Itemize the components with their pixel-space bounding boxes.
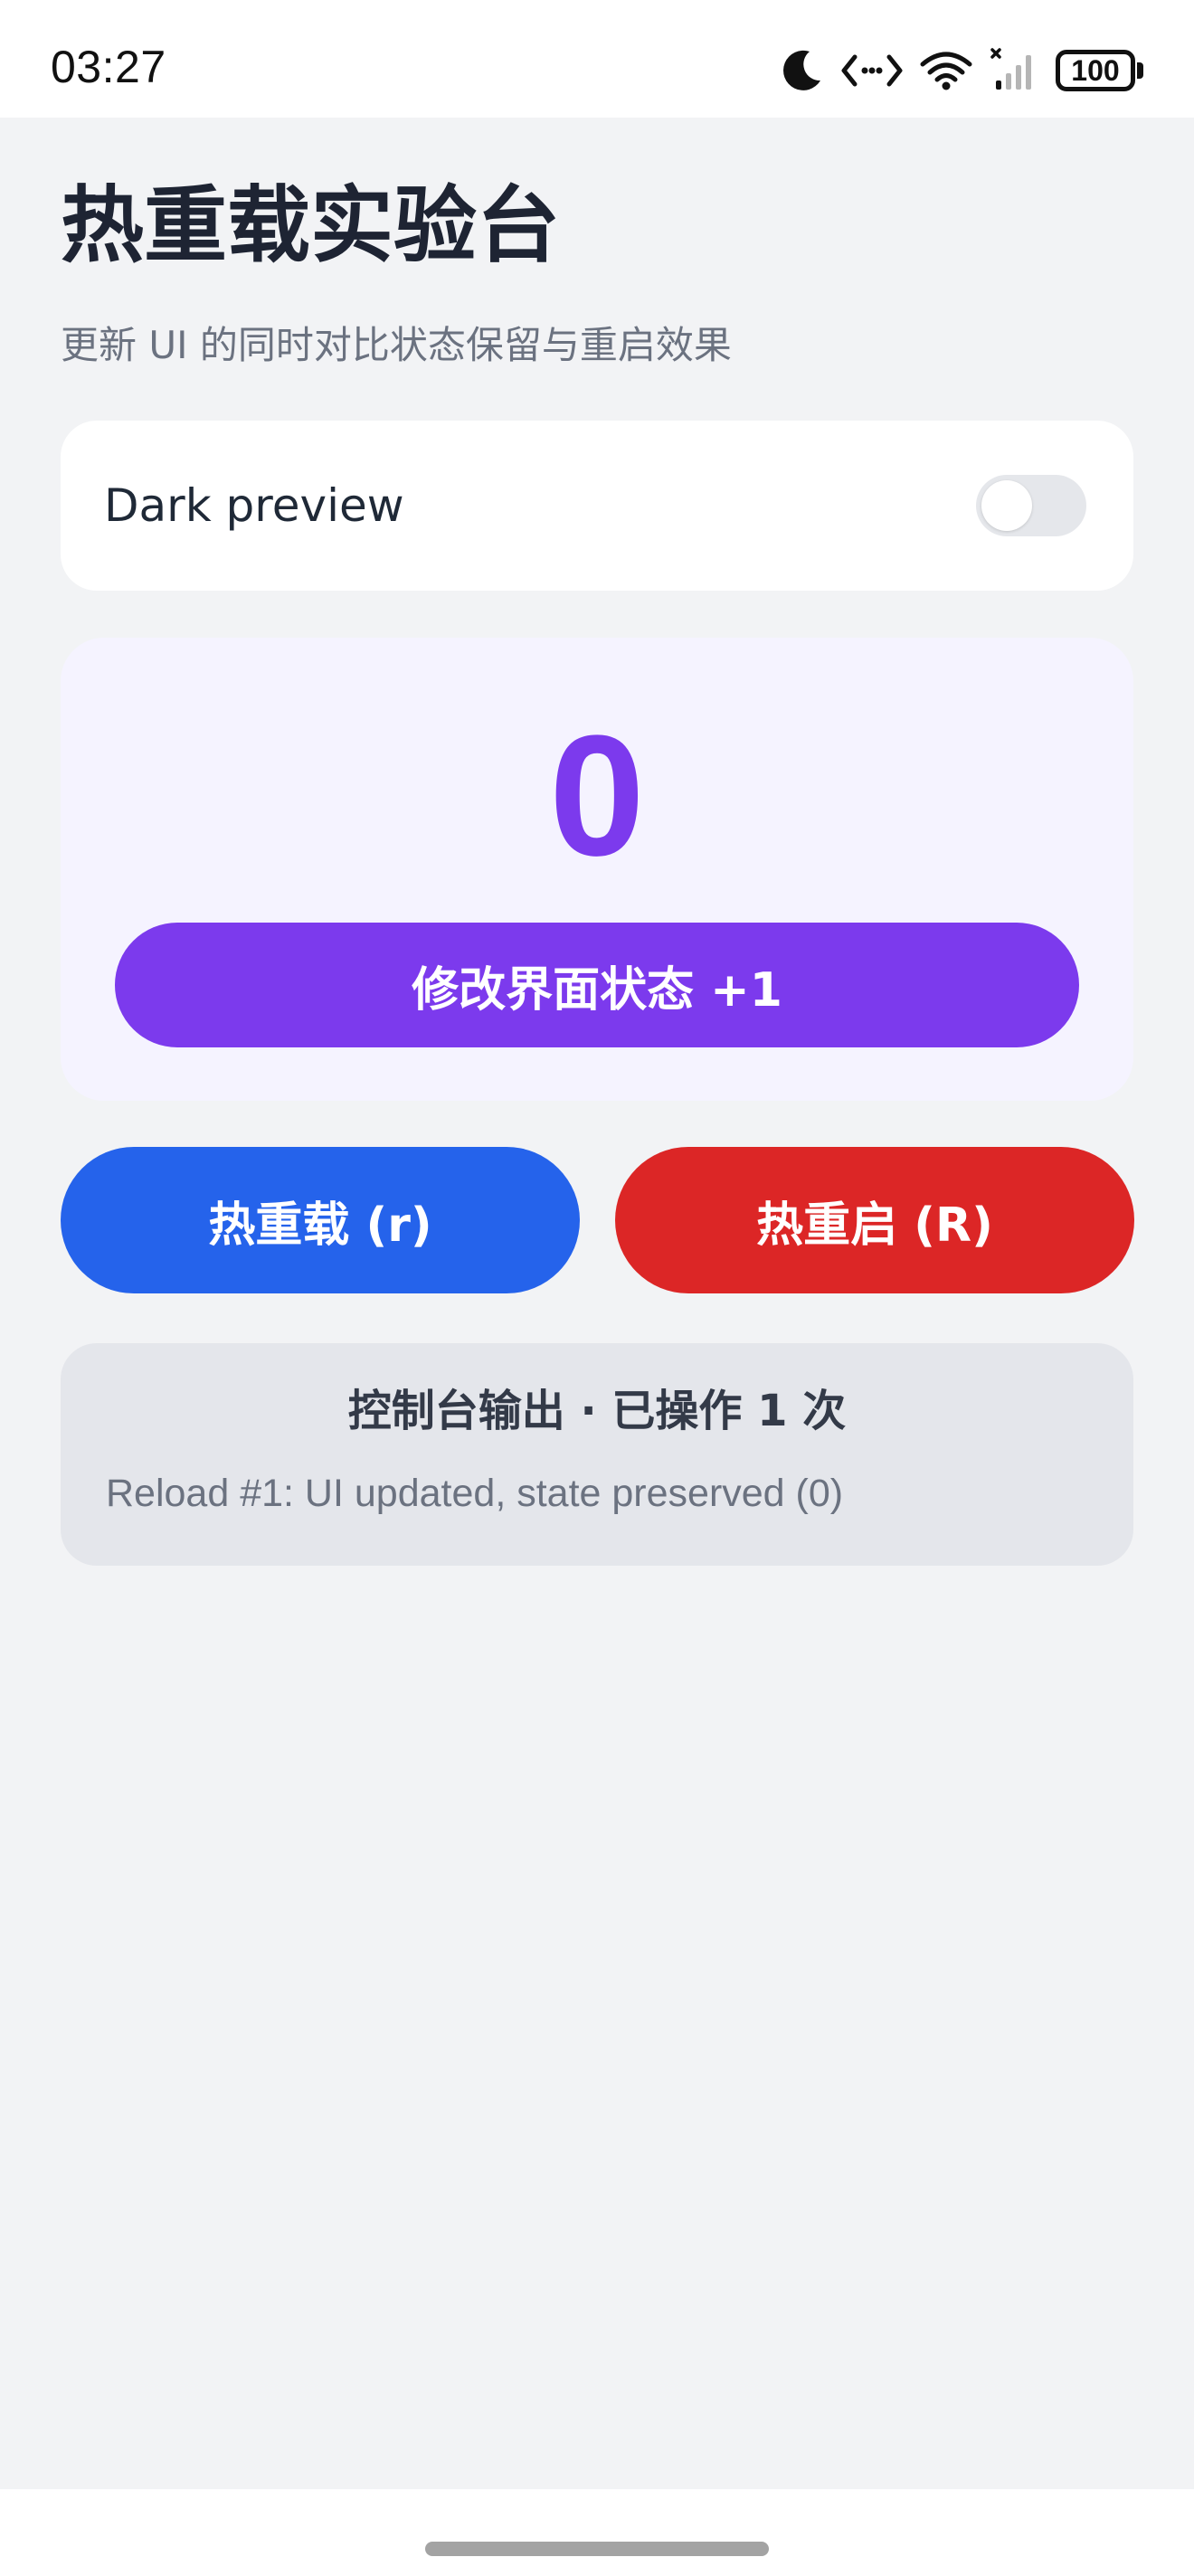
- home-indicator[interactable]: [425, 2542, 769, 2556]
- status-icons: 100: [782, 41, 1143, 100]
- counter-value: 0: [549, 700, 645, 892]
- counter-card: 0 修改界面状态 +1: [61, 638, 1133, 1101]
- increment-state-button[interactable]: 修改界面状态 +1: [115, 923, 1079, 1047]
- moon-icon: [782, 48, 824, 93]
- dark-preview-toggle[interactable]: [976, 475, 1086, 536]
- dark-preview-label: Dark preview: [104, 479, 404, 532]
- page-title: 热重载实验台: [61, 177, 561, 274]
- signal-icon: [989, 48, 1039, 93]
- system-nav-bar: [0, 2489, 1194, 2576]
- console-title: 控制台输出 · 已操作 1 次: [347, 1386, 847, 1436]
- status-bar: 03:27 100: [0, 0, 1194, 118]
- console-card: 控制台输出 · 已操作 1 次 Reload #1: UI updated, s…: [61, 1343, 1133, 1566]
- wifi-icon: [920, 50, 972, 91]
- hot-reload-button[interactable]: 热重载 (r): [61, 1147, 580, 1293]
- dark-preview-card: Dark preview: [61, 421, 1133, 591]
- hot-restart-button[interactable]: 热重启 (R): [615, 1147, 1134, 1293]
- toggle-knob: [981, 480, 1032, 531]
- console-log-line: Reload #1: UI updated, state preserved (…: [106, 1472, 844, 1515]
- battery-level: 100: [1071, 54, 1120, 87]
- battery-icon: 100: [1056, 50, 1143, 91]
- code-arrows-icon: [840, 50, 904, 91]
- status-time: 03:27: [51, 42, 166, 92]
- page-subtitle: 更新 UI 的同时对比状态保留与重启效果: [61, 323, 732, 367]
